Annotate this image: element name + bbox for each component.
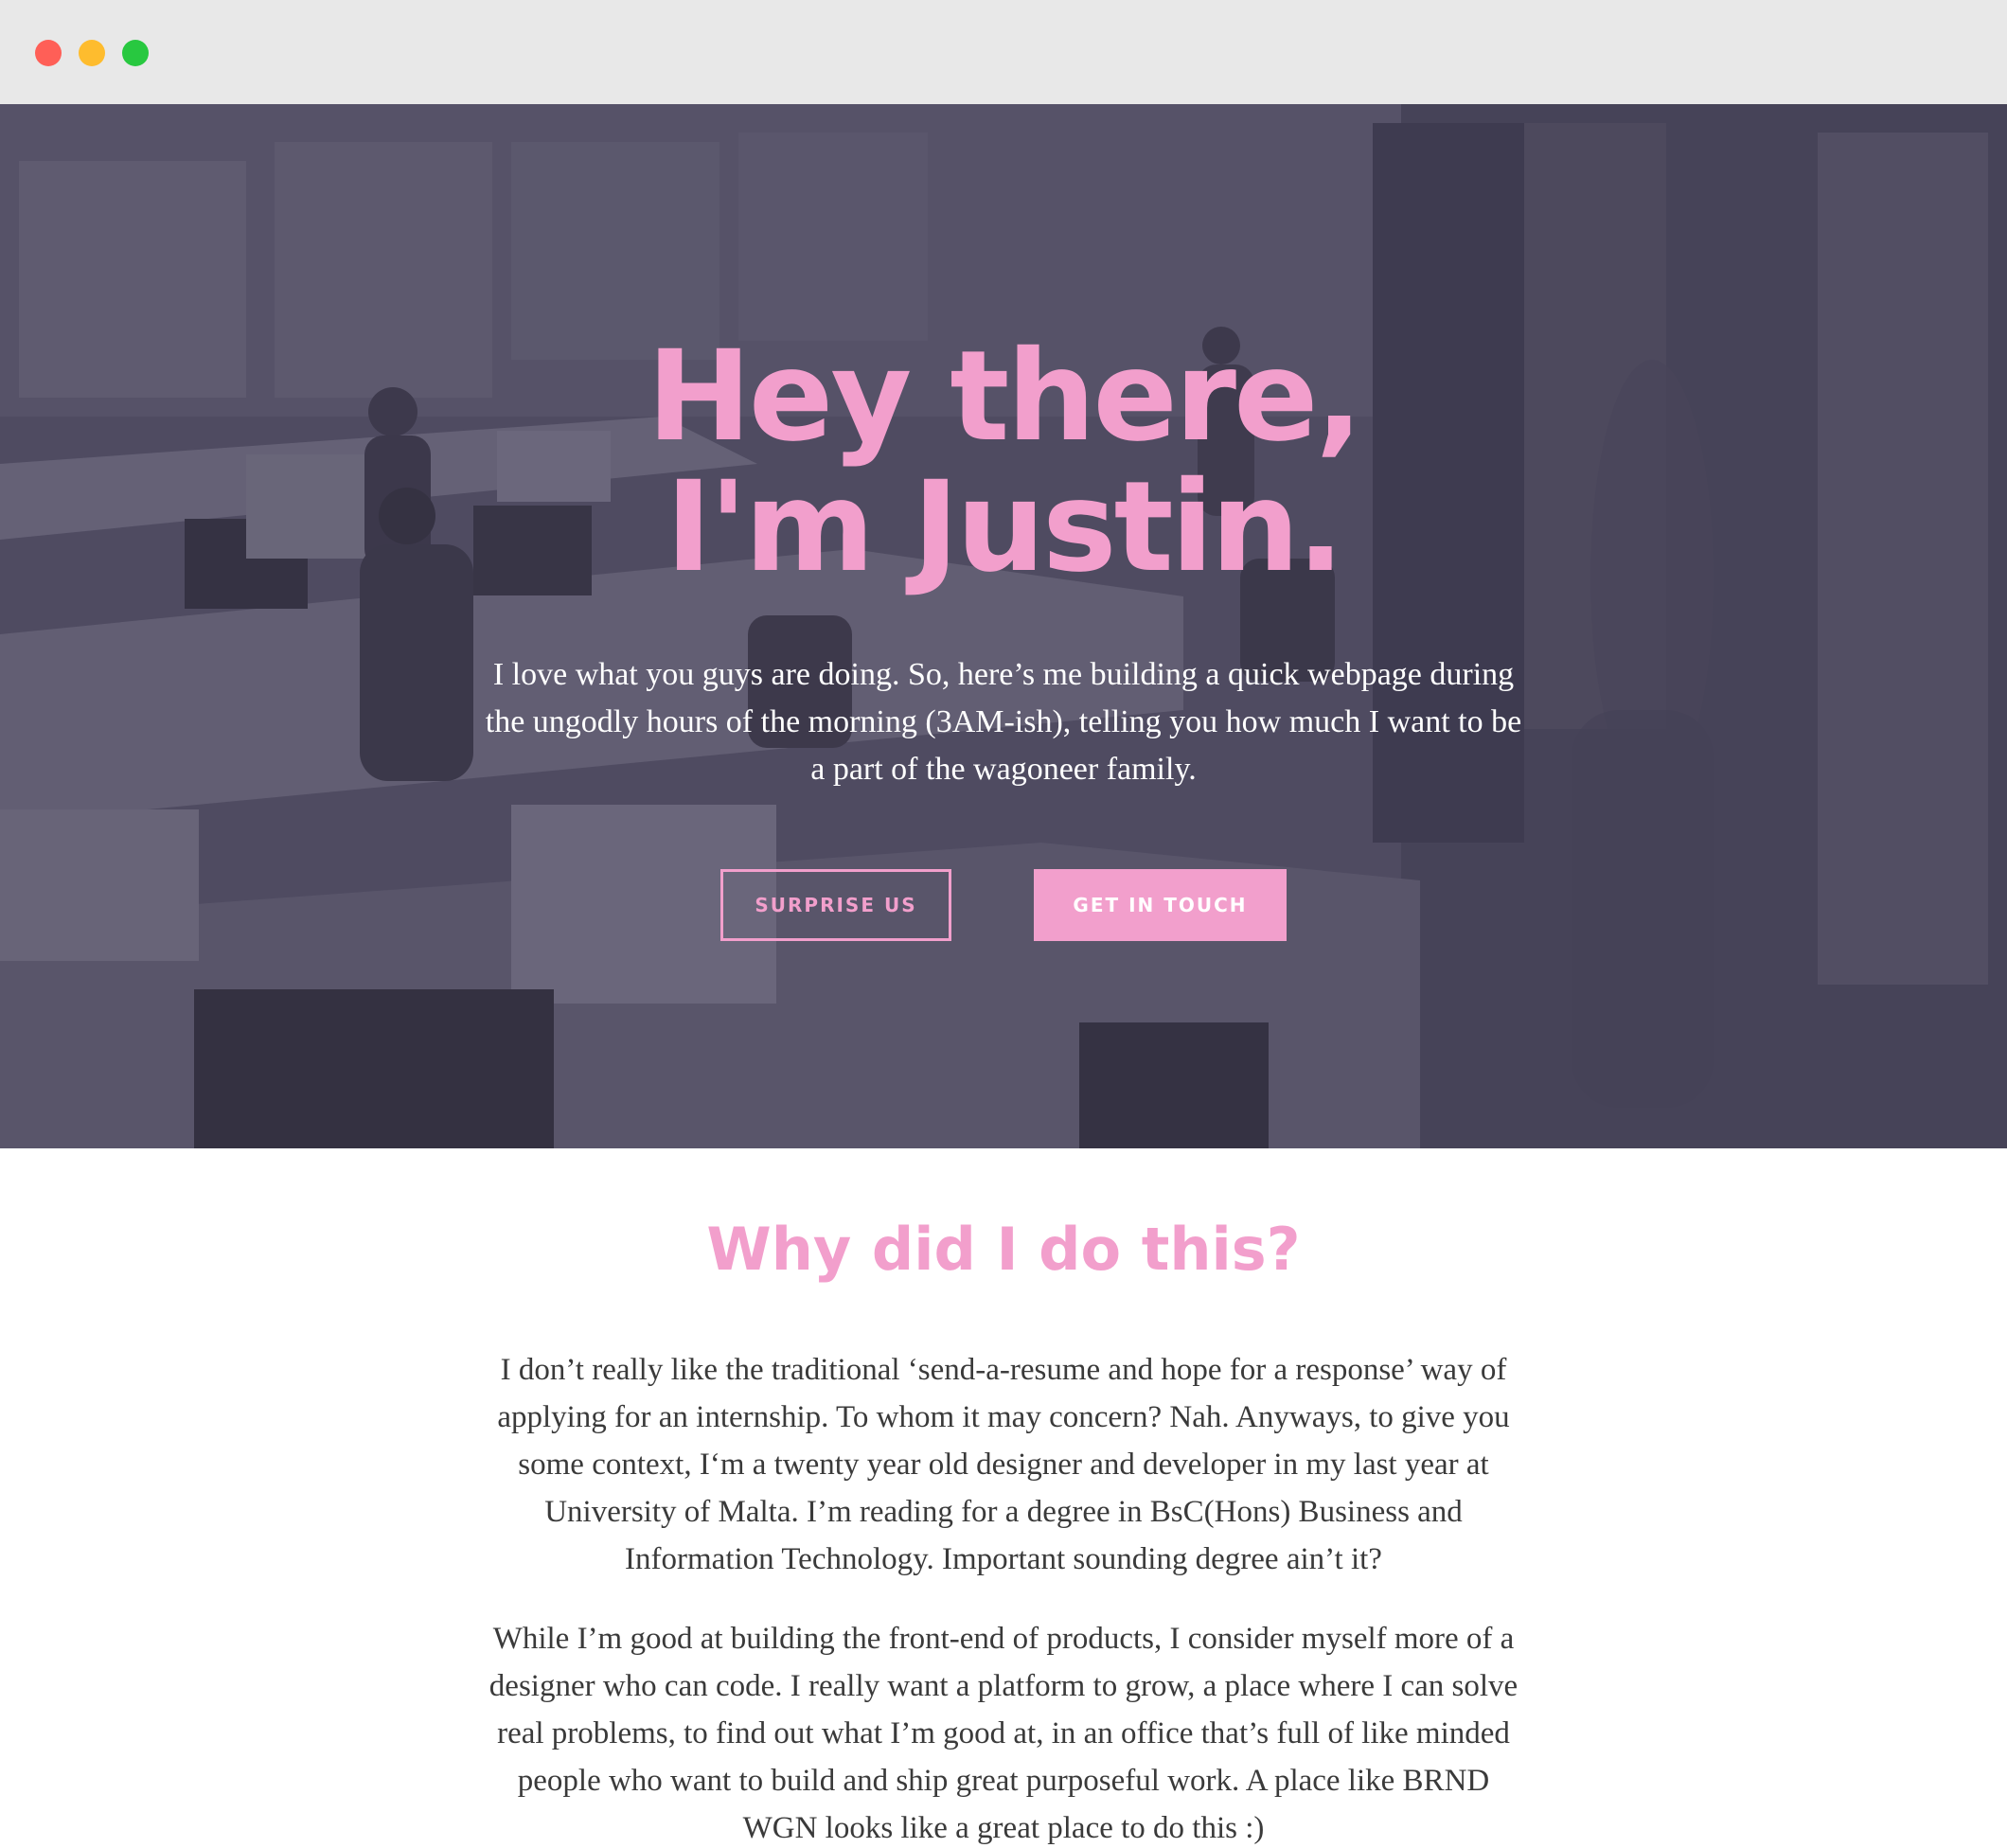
hero-title-line-1: Hey there, — [647, 324, 1362, 470]
window-titlebar — [0, 0, 2007, 105]
maximize-window-button[interactable] — [122, 40, 149, 66]
hero-subtitle: I love what you guys are doing. So, here… — [485, 657, 1522, 787]
hero-title-line-2: I'm Justin. — [665, 454, 1344, 600]
minimize-window-button[interactable] — [79, 40, 105, 66]
hero-section: Hey there, I'm Justin. I love what you g… — [0, 104, 2007, 1148]
why-paragraph-2: While I’m good at building the front-end… — [488, 1622, 1519, 1845]
browser-window: Hey there, I'm Justin. I love what you g… — [0, 0, 2007, 1848]
get-in-touch-button[interactable]: GET IN TOUCH — [1034, 869, 1287, 941]
why-section-heading: Why did I do this? — [706, 1215, 1301, 1284]
surprise-us-button[interactable]: SURPRISE US — [720, 869, 951, 941]
hero-title: Hey there, I'm Justin. — [0, 331, 2007, 593]
hero-tint-overlay — [0, 104, 2007, 1148]
why-paragraph-1: I don’t really like the traditional ‘sen… — [497, 1353, 1510, 1576]
close-window-button[interactable] — [35, 40, 62, 66]
